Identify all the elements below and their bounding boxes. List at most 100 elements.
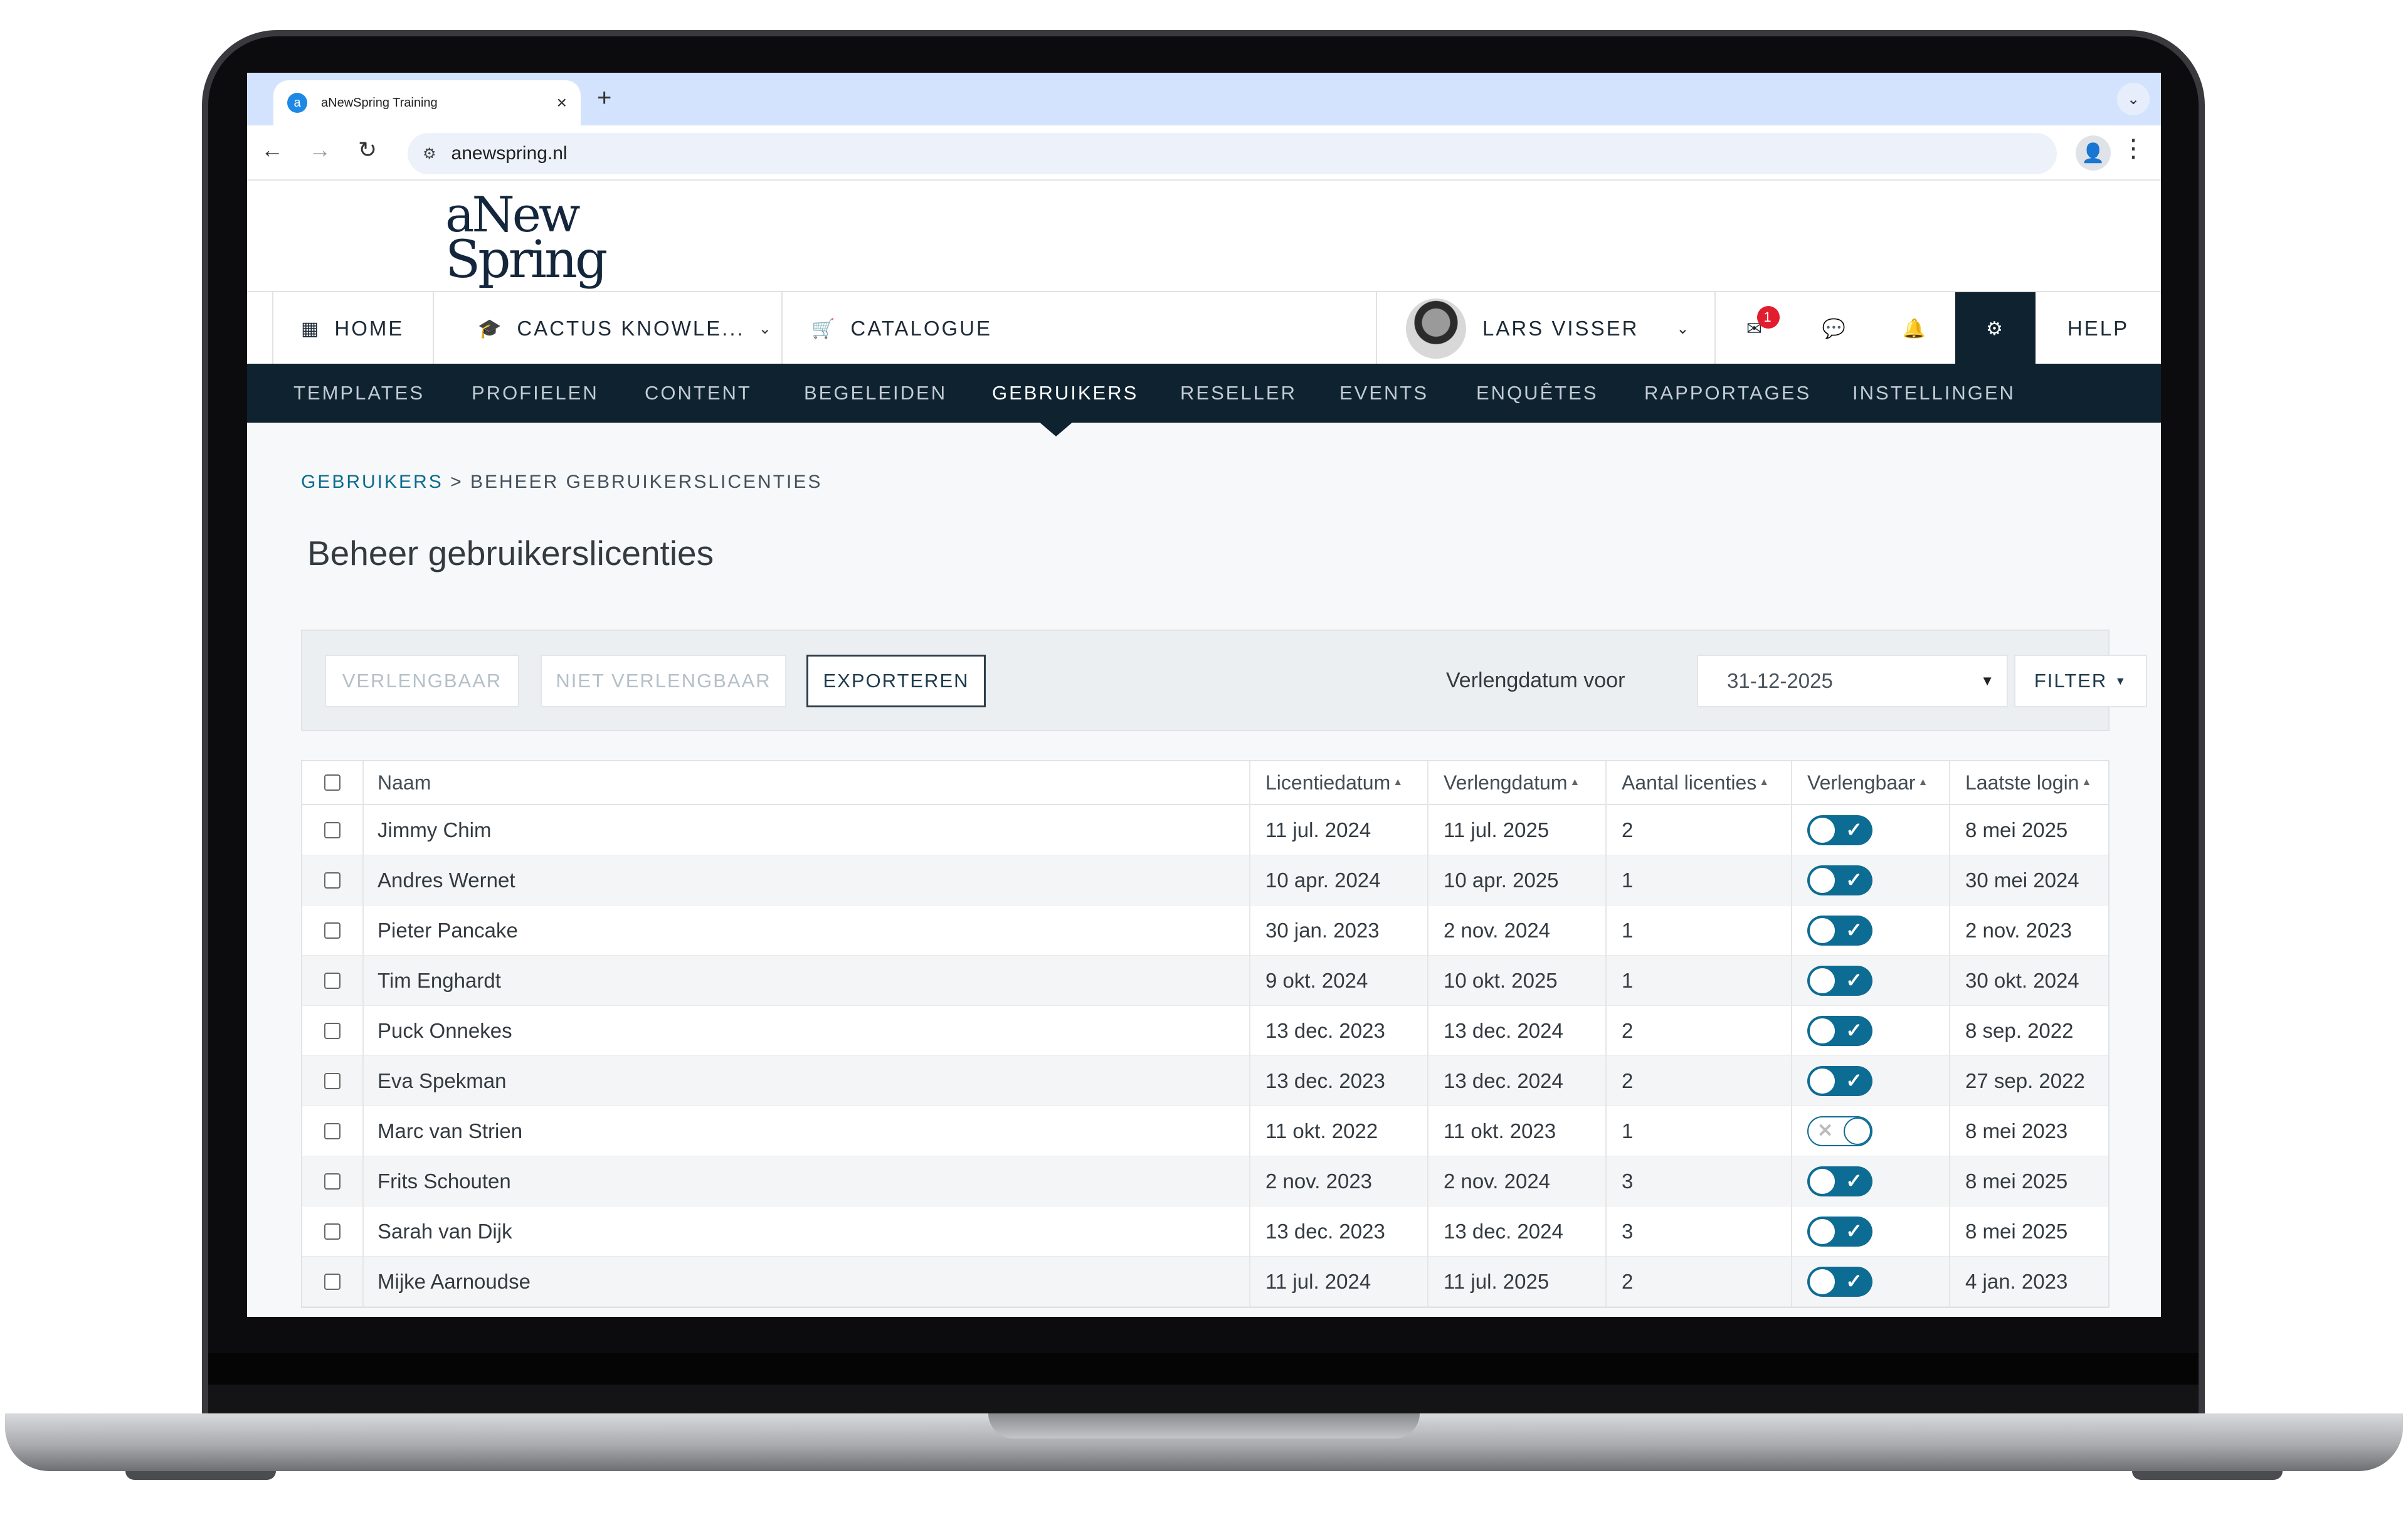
anewspring-logo[interactable]: aNew Spring bbox=[445, 191, 608, 286]
row-checkbox[interactable] bbox=[324, 922, 341, 939]
header-verlengbaar[interactable]: Verlengbaar ▲ bbox=[1792, 761, 1928, 804]
subnav-templates[interactable]: TEMPLATES bbox=[293, 364, 425, 423]
cell-laatste-login: 8 mei 2025 bbox=[1965, 1169, 2068, 1193]
subnav-events[interactable]: EVENTS bbox=[1339, 364, 1428, 423]
row-checkbox[interactable] bbox=[324, 1122, 341, 1139]
header-licentiedatum[interactable]: Licentiedatum ▲ bbox=[1250, 761, 1403, 804]
filter-button[interactable]: FILTER ▼ bbox=[2014, 655, 2147, 707]
cell-licentiedatum: 10 apr. 2024 bbox=[1265, 868, 1381, 892]
row-checkbox[interactable] bbox=[324, 1173, 341, 1190]
cell-aantal-licenties: 1 bbox=[1622, 868, 1634, 892]
subnav-gebruikers[interactable]: GEBRUIKERS bbox=[992, 364, 1138, 423]
table-row[interactable]: Tim Enghardt 9 okt. 2024 10 okt. 2025 1 … bbox=[302, 956, 2108, 1006]
user-menu[interactable]: LARS VISSER ⌄ bbox=[1376, 292, 1714, 365]
subnav-instellingen[interactable]: INSTELLINGEN bbox=[1852, 364, 2015, 423]
row-checkbox[interactable] bbox=[324, 1223, 341, 1240]
row-checkbox[interactable] bbox=[324, 972, 341, 989]
bell-icon: 🔔 bbox=[1902, 318, 1928, 339]
close-tab-icon[interactable]: × bbox=[557, 93, 567, 113]
nav-course-dropdown[interactable]: 🎓 CACTUS KNOWLE... ⌄ bbox=[433, 292, 781, 365]
back-arrow-icon[interactable]: ← bbox=[255, 137, 290, 163]
table-row[interactable]: Sarah van Dijk 13 dec. 2023 13 dec. 2024… bbox=[302, 1206, 2108, 1257]
profile-icon[interactable]: 👤 bbox=[2076, 135, 2111, 171]
header-naam[interactable]: Naam bbox=[362, 761, 431, 804]
cell-verlengbaar: ✓ bbox=[1792, 855, 1872, 905]
renewable-toggle[interactable]: ✓ bbox=[1807, 1015, 1872, 1046]
column-divider bbox=[362, 761, 364, 1307]
subnav-rapportages[interactable]: RAPPORTAGES bbox=[1644, 364, 1811, 423]
subnav-reseller[interactable]: RESELLER bbox=[1180, 364, 1297, 423]
renewable-toggle[interactable]: ✓ bbox=[1807, 815, 1872, 845]
renewable-toggle[interactable]: ✓ bbox=[1807, 1216, 1872, 1247]
mark-not-renewable-button[interactable]: NIET VERLENGBAAR bbox=[541, 655, 786, 707]
active-tab-pointer bbox=[1038, 421, 1074, 436]
tab-search-chevron-icon[interactable]: ⌄ bbox=[2117, 83, 2150, 115]
renewable-toggle[interactable]: ✓ bbox=[1807, 915, 1872, 946]
table-row[interactable]: Puck Onnekes 13 dec. 2023 13 dec. 2024 2… bbox=[302, 1006, 2108, 1056]
cell-aantal-licenties: 3 bbox=[1622, 1169, 1634, 1193]
graduation-cap-icon: 🎓 bbox=[478, 318, 504, 339]
row-checkbox[interactable] bbox=[324, 821, 341, 838]
browser-tab[interactable]: a aNewSpring Training × bbox=[273, 80, 581, 125]
row-checkbox[interactable] bbox=[324, 1022, 341, 1039]
settings-button[interactable]: ⚙ bbox=[1955, 292, 2036, 365]
cell-laatste-login: 27 sep. 2022 bbox=[1965, 1069, 2085, 1092]
renewable-toggle[interactable]: ✓ bbox=[1807, 865, 1872, 895]
renewable-toggle[interactable]: ✓ bbox=[1807, 1065, 1872, 1096]
table-row[interactable]: Andres Wernet 10 apr. 2024 10 apr. 2025 … bbox=[302, 855, 2108, 905]
renewable-toggle[interactable]: ✓ bbox=[1807, 1266, 1872, 1297]
site-settings-icon[interactable]: ⚙ bbox=[423, 145, 436, 163]
nav-help[interactable]: HELP bbox=[2036, 292, 2161, 365]
header-aantal-licenties[interactable]: Aantal licenties ▲ bbox=[1607, 761, 1769, 804]
row-select-cell bbox=[302, 1257, 362, 1306]
browser-menu-icon[interactable]: ⋮ bbox=[2121, 134, 2146, 163]
nav-home[interactable]: ▦ HOME bbox=[272, 292, 433, 365]
row-select-cell bbox=[302, 1206, 362, 1256]
subnav-enquetes[interactable]: ENQUÊTES bbox=[1476, 364, 1598, 423]
cell-aantal-licenties: 3 bbox=[1622, 1219, 1634, 1243]
messages-button[interactable]: ✉ 1 bbox=[1714, 292, 1795, 365]
renewal-date-select[interactable]: 31-12-2025 ▼ bbox=[1697, 655, 2008, 707]
cell-verlengbaar: ✓ bbox=[1792, 805, 1872, 855]
cell-verlengbaar: ✓ bbox=[1792, 905, 1872, 955]
breadcrumb-link-gebruikers[interactable]: GEBRUIKERS bbox=[301, 472, 443, 492]
subnav-profielen[interactable]: PROFIELEN bbox=[472, 364, 599, 423]
address-bar[interactable]: ⚙ anewspring.nl bbox=[408, 133, 2057, 174]
renewable-toggle[interactable]: ✓ bbox=[1807, 1166, 1872, 1196]
table-row[interactable]: Jimmy Chim 11 jul. 2024 11 jul. 2025 2 ✓… bbox=[302, 805, 2108, 855]
license-toolbar: VERLENGBAAR NIET VERLENGBAAR EXPORTEREN … bbox=[301, 630, 2147, 731]
renewable-toggle[interactable]: ✓ bbox=[1807, 965, 1872, 996]
reload-icon[interactable]: ↻ bbox=[350, 137, 385, 163]
cell-verlengbaar: ✓ bbox=[1792, 1056, 1872, 1106]
caret-down-icon: ▼ bbox=[2115, 674, 2128, 687]
cell-verlengbaar: ✓ bbox=[1792, 956, 1872, 1005]
table-row[interactable]: Eva Spekman 13 dec. 2023 13 dec. 2024 2 … bbox=[302, 1056, 2108, 1106]
row-checkbox[interactable] bbox=[324, 1273, 341, 1290]
header-laatste-login[interactable]: Laatste login ▲ bbox=[1950, 761, 2091, 804]
sort-arrow-icon: ▲ bbox=[1393, 777, 1403, 788]
cell-naam: Tim Enghardt bbox=[378, 968, 501, 992]
export-button[interactable]: EXPORTEREN bbox=[806, 655, 986, 707]
table-row[interactable]: Frits Schouten 2 nov. 2023 2 nov. 2024 3… bbox=[302, 1156, 2108, 1206]
main-navigation: ▦ HOME 🎓 CACTUS KNOWLE... ⌄ 🛒 CATALOGUE … bbox=[247, 291, 2161, 365]
table-row[interactable]: Mijke Aarnoudse 11 jul. 2024 11 jul. 202… bbox=[302, 1257, 2108, 1307]
renewable-toggle[interactable]: ✕ bbox=[1807, 1116, 1872, 1146]
forward-arrow-icon[interactable]: → bbox=[302, 137, 337, 163]
chat-button[interactable]: 💬 bbox=[1795, 292, 1875, 365]
new-tab-button[interactable]: + bbox=[597, 84, 611, 112]
select-all-checkbox[interactable] bbox=[324, 774, 341, 791]
mark-renewable-button[interactable]: VERLENGBAAR bbox=[325, 655, 519, 707]
subnav-begeleiden[interactable]: BEGELEIDEN bbox=[804, 364, 947, 423]
row-checkbox[interactable] bbox=[324, 1072, 341, 1089]
table-row[interactable]: Marc van Strien 11 okt. 2022 11 okt. 202… bbox=[302, 1106, 2108, 1156]
screen: a aNewSpring Training × + ⌄ ← → ↻ ⚙ anew… bbox=[247, 73, 2161, 1317]
caret-down-icon: ▼ bbox=[1980, 673, 1994, 689]
subnav-content[interactable]: CONTENT bbox=[645, 364, 752, 423]
toggle-knob bbox=[1809, 866, 1836, 894]
row-checkbox[interactable] bbox=[324, 872, 341, 889]
nav-catalogue[interactable]: 🛒 CATALOGUE bbox=[781, 292, 1376, 365]
nav-course-label: CACTUS KNOWLE... bbox=[517, 317, 745, 340]
notifications-button[interactable]: 🔔 bbox=[1875, 292, 1955, 365]
header-verlengdatum[interactable]: Verlengdatum ▲ bbox=[1428, 761, 1580, 804]
table-row[interactable]: Pieter Pancake 30 jan. 2023 2 nov. 2024 … bbox=[302, 905, 2108, 956]
